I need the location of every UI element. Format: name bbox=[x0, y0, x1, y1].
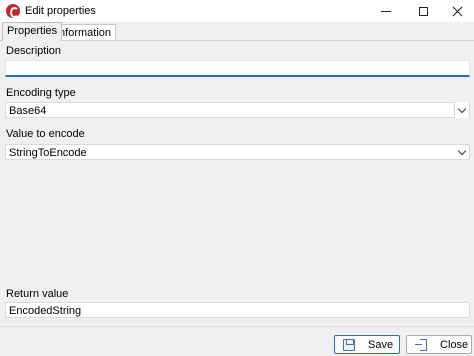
return-value-field[interactable]: EncodedString bbox=[5, 302, 470, 318]
close-button[interactable]: Close bbox=[406, 335, 472, 354]
app-logo-icon bbox=[6, 4, 20, 18]
encoding-dropdown-button[interactable] bbox=[454, 102, 469, 118]
save-button[interactable]: Save bbox=[334, 335, 400, 354]
title-bar: Edit properties bbox=[0, 0, 474, 22]
window-title: Edit properties bbox=[25, 5, 96, 17]
save-button-label: Save bbox=[368, 339, 394, 351]
minimize-icon bbox=[381, 10, 391, 12]
chevron-down-icon bbox=[457, 146, 466, 155]
close-button-label: Close bbox=[440, 339, 469, 351]
value-to-encode-value: StringToEncode bbox=[9, 147, 87, 159]
encoding-type-select[interactable]: Base64 bbox=[5, 102, 470, 118]
close-window-button[interactable] bbox=[440, 0, 474, 22]
maximize-button[interactable] bbox=[406, 0, 440, 22]
value-to-encode-select[interactable]: StringToEncode bbox=[5, 144, 470, 160]
tab-properties[interactable]: Properties bbox=[2, 22, 63, 41]
edit-properties-window: Edit properties Properties Information D… bbox=[0, 0, 474, 356]
value-dropdown-button[interactable] bbox=[454, 144, 469, 160]
encoding-type-label: Encoding type bbox=[6, 87, 76, 99]
tab-divider bbox=[0, 40, 474, 41]
return-value-label: Return value bbox=[6, 288, 69, 300]
encoding-type-value: Base64 bbox=[9, 105, 47, 117]
description-label: Description bbox=[6, 45, 62, 57]
description-field[interactable] bbox=[5, 60, 470, 77]
tab-strip: Properties Information bbox=[0, 22, 474, 41]
value-to-encode-label: Value to encode bbox=[6, 128, 85, 140]
close-icon bbox=[452, 6, 463, 17]
chevron-down-icon bbox=[457, 104, 467, 113]
floppy-disk-icon bbox=[343, 339, 355, 351]
footer-divider bbox=[0, 326, 474, 327]
minimize-button[interactable] bbox=[369, 0, 403, 22]
exit-icon bbox=[415, 339, 427, 351]
maximize-icon bbox=[418, 6, 428, 16]
